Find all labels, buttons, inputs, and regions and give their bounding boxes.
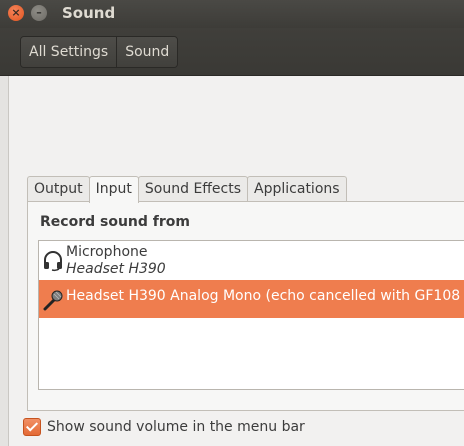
device-name: Microphone xyxy=(66,244,148,260)
title-bar: × – Sound xyxy=(0,0,464,28)
left-edge xyxy=(0,76,9,446)
show-volume-checkbox[interactable] xyxy=(23,418,41,436)
breadcrumb: All Settings Sound xyxy=(20,36,179,68)
input-panel: Record sound from Microphone Headset H39… xyxy=(27,201,464,411)
tab-applications[interactable]: Applications xyxy=(247,176,347,201)
device-name: Headset H390 Analog Mono (echo cancelled… xyxy=(66,288,464,304)
record-heading: Record sound from xyxy=(40,214,190,230)
tab-bar: Output Input Sound Effects Applications xyxy=(27,176,347,203)
list-item-selected[interactable]: Headset H390 Analog Mono (echo cancelled… xyxy=(39,280,464,318)
breadcrumb-sound[interactable]: Sound xyxy=(116,37,178,67)
breadcrumb-all-settings[interactable]: All Settings xyxy=(21,37,117,67)
show-volume-label[interactable]: Show sound volume in the menu bar xyxy=(47,419,305,435)
minimize-window-button[interactable]: – xyxy=(31,5,47,21)
input-device-list[interactable]: Microphone Headset H390 Headset H390 Ana… xyxy=(38,240,464,390)
tab-sound-effects[interactable]: Sound Effects xyxy=(137,176,249,201)
tab-input[interactable]: Input xyxy=(88,176,139,203)
window-title: Sound xyxy=(62,4,116,22)
header-toolbar: All Settings Sound xyxy=(0,28,464,76)
show-volume-option[interactable]: Show sound volume in the menu bar xyxy=(23,418,305,436)
tab-output[interactable]: Output xyxy=(27,176,90,201)
microphone-icon xyxy=(43,290,63,311)
headset-icon xyxy=(44,251,62,272)
device-subtitle: Headset H390 xyxy=(66,261,166,277)
list-item[interactable]: Microphone Headset H390 xyxy=(39,241,464,279)
close-window-button[interactable]: × xyxy=(8,5,24,21)
